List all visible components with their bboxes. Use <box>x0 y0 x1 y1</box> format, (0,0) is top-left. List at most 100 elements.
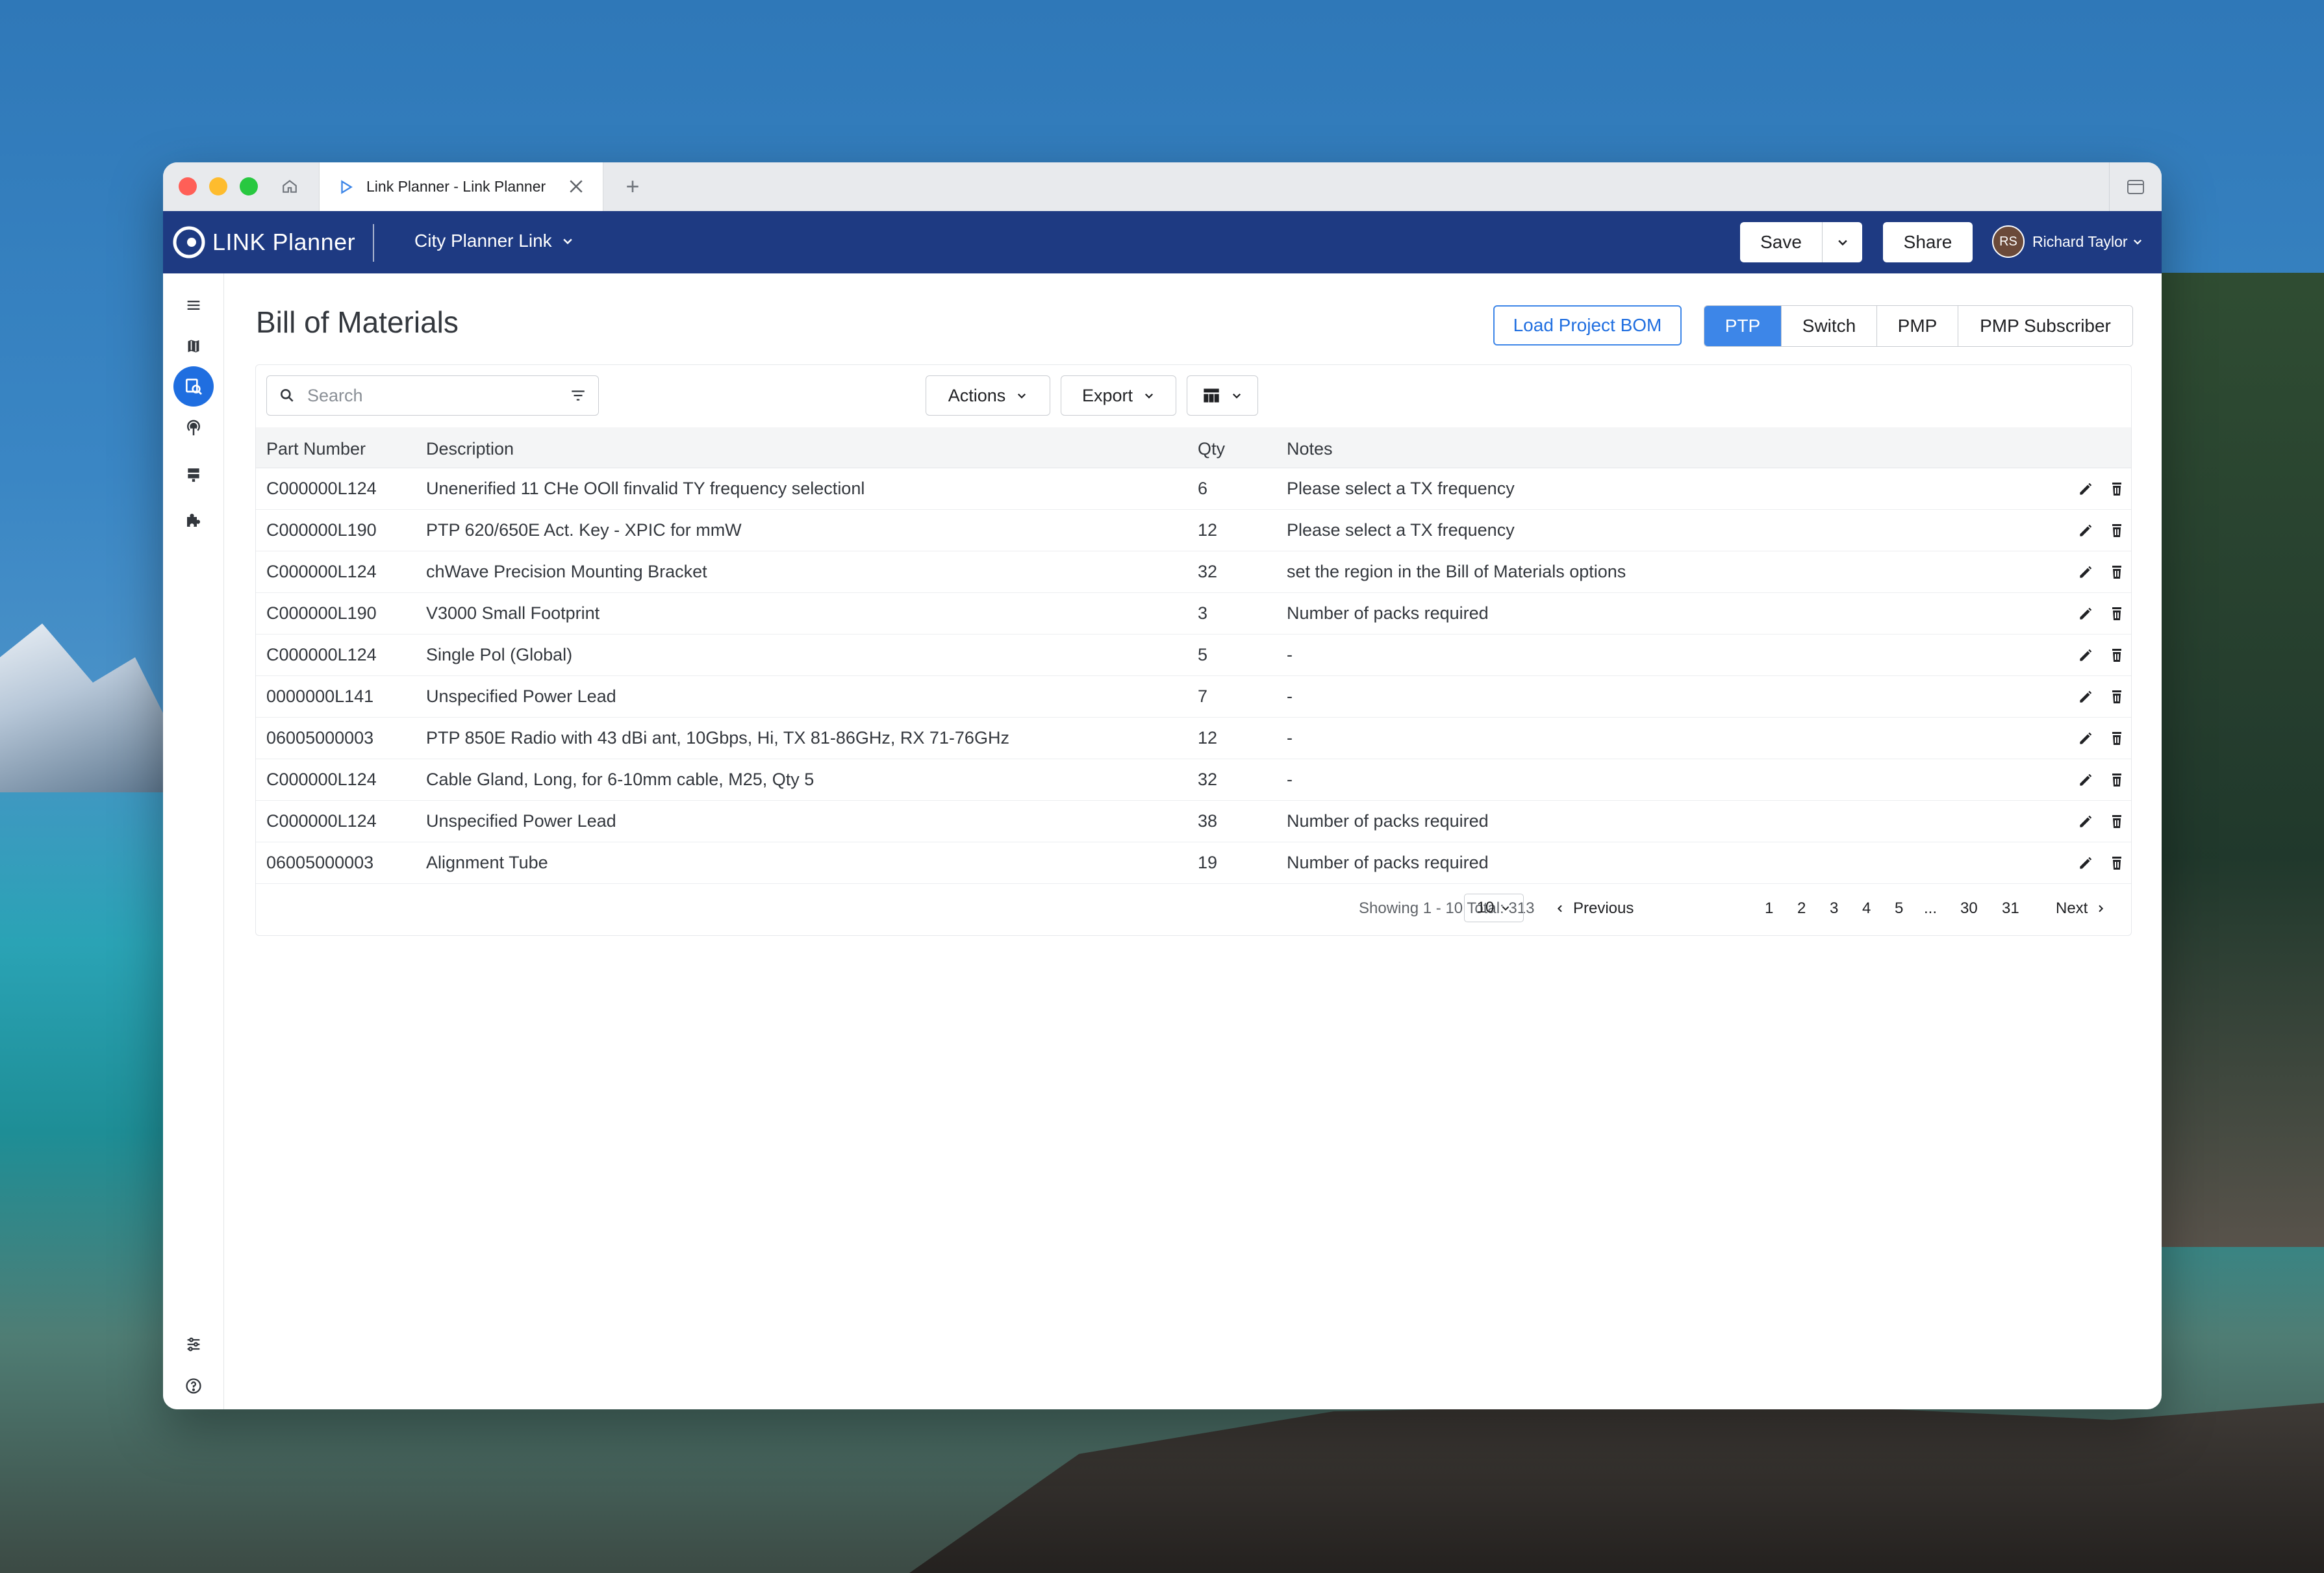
play-icon <box>341 179 353 194</box>
per-page-select[interactable]: 10 <box>1464 894 1524 922</box>
chevron-down-icon <box>2133 239 2141 245</box>
delete-icon[interactable] <box>2109 772 2126 788</box>
header-notes[interactable]: Notes <box>1287 439 1333 459</box>
next-page-button[interactable]: Next <box>2056 900 2106 918</box>
minimize-window-button[interactable] <box>209 177 227 195</box>
table-header: Part Number Description Qty Notes <box>256 427 2131 468</box>
part-number-cell: C000000L124 <box>266 770 377 789</box>
chevron-right-icon <box>2099 905 2104 912</box>
description-cell: chWave Precision Mounting Bracket <box>426 562 707 581</box>
bom-icon[interactable] <box>173 366 214 407</box>
notes-cell: Please select a TX frequency <box>1287 479 1515 498</box>
edit-icon[interactable] <box>2077 813 2094 830</box>
left-rail <box>163 273 224 1409</box>
part-number-cell: 0000000L141 <box>266 686 374 706</box>
header-description[interactable]: Description <box>426 439 514 459</box>
part-number-cell: C000000L190 <box>266 520 377 540</box>
search-placeholder: Search <box>307 385 363 405</box>
sidebar-toggle-icon[interactable] <box>2109 162 2162 211</box>
load-project-bom-button[interactable]: Load Project BOM <box>1493 305 1682 346</box>
save-button[interactable]: Save <box>1740 222 1823 262</box>
notes-cell: Number of packs required <box>1287 811 1489 831</box>
puzzle-icon[interactable] <box>173 500 214 540</box>
notes-cell: - <box>1287 645 1293 664</box>
qty-cell: 38 <box>1198 811 1218 831</box>
description-cell: PTP 620/650E Act. Key - XPIC for mmW <box>426 520 742 540</box>
delete-icon[interactable] <box>2109 522 2126 539</box>
page-5[interactable]: 5 <box>1895 900 1903 918</box>
app-logo[interactable]: LINK Planner <box>172 225 355 259</box>
product-type-selector: PTP Switch PMP PMP Subscriber <box>1704 305 2133 347</box>
delete-icon[interactable] <box>2109 564 2126 581</box>
previous-page-button[interactable]: Previous <box>1555 900 1634 918</box>
notes-cell: - <box>1287 686 1293 706</box>
edit-icon[interactable] <box>2077 564 2094 581</box>
page-3[interactable]: 3 <box>1830 900 1838 918</box>
segment-switch[interactable]: Switch <box>1782 306 1877 346</box>
description-cell: Unspecified Power Lead <box>426 811 616 831</box>
description-cell: PTP 850E Radio with 43 dBi ant, 10Gbps, … <box>426 728 1009 748</box>
edit-icon[interactable] <box>2077 605 2094 622</box>
search-input[interactable]: Search <box>266 375 599 416</box>
antenna-icon[interactable] <box>173 408 214 448</box>
delete-icon[interactable] <box>2109 688 2126 705</box>
user-menu[interactable]: RS Richard Taylor <box>1992 225 2143 258</box>
header-part-number[interactable]: Part Number <box>266 439 366 459</box>
delete-icon[interactable] <box>2109 605 2126 622</box>
delete-icon[interactable] <box>2109 481 2126 497</box>
segment-pmp[interactable]: PMP <box>1877 306 1958 346</box>
delete-icon[interactable] <box>2109 813 2126 830</box>
app-header: LINK Planner City Planner Link Save Shar… <box>163 211 2162 273</box>
page-title: Bill of Materials <box>256 305 459 339</box>
close-window-button[interactable] <box>179 177 197 195</box>
page-31[interactable]: 31 <box>2002 900 2019 918</box>
map-icon[interactable] <box>173 326 214 366</box>
chevron-down-icon <box>1502 906 1509 911</box>
edit-icon[interactable] <box>2077 647 2094 664</box>
qty-cell: 32 <box>1198 770 1218 789</box>
project-selector[interactable]: City Planner Link <box>414 231 574 251</box>
close-tab-icon[interactable] <box>566 177 586 196</box>
page-30[interactable]: 30 <box>1960 900 1978 918</box>
server-icon[interactable] <box>173 455 214 495</box>
edit-icon[interactable] <box>2077 730 2094 747</box>
part-number-cell: C000000L190 <box>266 603 377 623</box>
new-tab-button[interactable]: + <box>618 171 648 201</box>
delete-icon[interactable] <box>2109 855 2126 872</box>
per-page-value: 10 <box>1476 899 1495 916</box>
home-icon[interactable] <box>275 171 305 201</box>
tab-title: Link Planner - Link Planner <box>366 178 546 195</box>
maximize-window-button[interactable] <box>240 177 258 195</box>
share-button[interactable]: Share <box>1883 222 1973 262</box>
page-1[interactable]: 1 <box>1765 900 1773 918</box>
segment-ptp[interactable]: PTP <box>1704 306 1782 346</box>
chevron-down-icon <box>1838 240 1847 246</box>
delete-icon[interactable] <box>2109 647 2126 664</box>
edit-icon[interactable] <box>2077 688 2094 705</box>
edit-icon[interactable] <box>2077 522 2094 539</box>
page-2[interactable]: 2 <box>1797 900 1806 918</box>
export-button[interactable]: Export <box>1061 375 1176 416</box>
browser-tab[interactable]: Link Planner - Link Planner <box>319 162 603 211</box>
qty-cell: 32 <box>1198 562 1218 581</box>
browser-tab-bar: Link Planner - Link Planner + <box>163 162 2162 212</box>
edit-icon[interactable] <box>2077 481 2094 497</box>
chevron-down-icon <box>562 238 572 245</box>
qty-cell: 6 <box>1198 479 1208 498</box>
filter-icon[interactable] <box>570 387 587 404</box>
header-qty[interactable]: Qty <box>1198 439 1225 459</box>
segment-pmp-subscriber[interactable]: PMP Subscriber <box>1958 306 2132 346</box>
column-settings-button[interactable] <box>1187 375 1258 416</box>
page-4[interactable]: 4 <box>1862 900 1871 918</box>
actions-label: Actions <box>948 385 1006 405</box>
edit-icon[interactable] <box>2077 855 2094 872</box>
help-icon[interactable] <box>173 1366 214 1406</box>
actions-button[interactable]: Actions <box>926 375 1050 416</box>
sliders-icon[interactable] <box>173 1324 214 1365</box>
description-cell: Cable Gland, Long, for 6-10mm cable, M25… <box>426 770 815 789</box>
menu-icon[interactable] <box>173 285 214 325</box>
delete-icon[interactable] <box>2109 730 2126 747</box>
edit-icon[interactable] <box>2077 772 2094 788</box>
save-options-button[interactable] <box>1823 222 1862 262</box>
part-number-cell: C000000L124 <box>266 645 377 664</box>
